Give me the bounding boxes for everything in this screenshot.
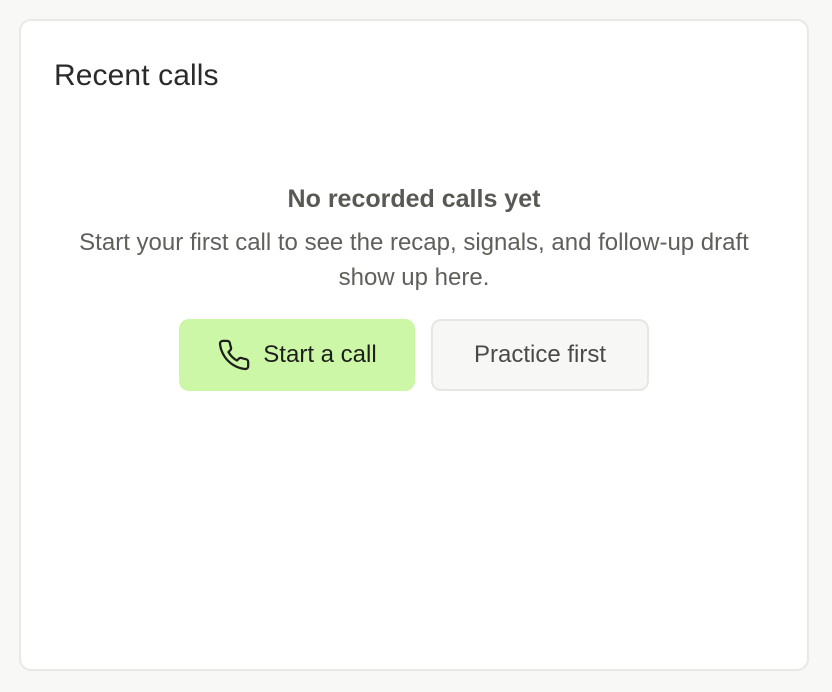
phone-icon: [217, 338, 251, 372]
empty-state-description: Start your first call to see the recap, …: [79, 229, 749, 291]
practice-first-button[interactable]: Practice first: [431, 319, 649, 391]
practice-first-label: Practice first: [473, 341, 607, 368]
start-call-label: Start a call: [263, 341, 377, 368]
card-title: Recent calls: [54, 59, 219, 92]
start-call-button[interactable]: Start a call: [179, 319, 415, 391]
recent-calls-card: Recent calls No recorded calls yet Start…: [19, 19, 809, 671]
empty-state: No recorded calls yet Start your first c…: [21, 183, 807, 391]
empty-state-actions: Start a call Practice first: [21, 319, 807, 391]
empty-state-title: No recorded calls yet: [287, 185, 541, 213]
